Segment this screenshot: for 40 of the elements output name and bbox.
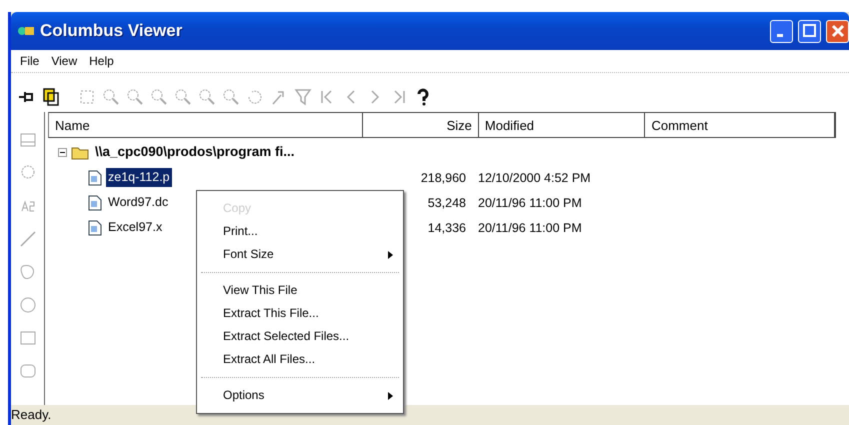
column-header[interactable]: Modified: [478, 113, 646, 137]
minimize-icon: [776, 34, 782, 37]
menu-item[interactable]: Print...: [197, 220, 403, 243]
menu-item[interactable]: View This File: [197, 279, 403, 302]
file-name[interactable]: Word97.dc: [106, 193, 170, 212]
column-header[interactable]: Name: [49, 113, 364, 137]
file-name[interactable]: ze1q-112.p: [106, 168, 172, 187]
close-button[interactable]: [826, 20, 849, 42]
folder-name[interactable]: \\a_cpc090\prodos\program fi...: [93, 142, 297, 163]
file-icon: [88, 194, 102, 210]
menu-item[interactable]: Extract Selected Files...: [197, 325, 403, 348]
minimize-button[interactable]: [770, 20, 793, 42]
menu-item[interactable]: Help: [84, 52, 119, 70]
maximize-button[interactable]: [798, 20, 821, 42]
menu-item[interactable]: Font Size: [197, 243, 403, 266]
column-header[interactable]: Size: [363, 113, 479, 137]
modified-cell: 20/11/96 11:00 PM: [478, 196, 582, 210]
submenu-arrow-icon: [388, 250, 393, 258]
file-name[interactable]: Excel97.x: [106, 218, 164, 237]
menu-item[interactable]: Extract All Files...: [197, 348, 403, 371]
close-icon: [831, 24, 844, 38]
size-cell: 53,248: [428, 196, 466, 210]
menu-item[interactable]: View: [46, 52, 82, 70]
size-cell: 14,336: [428, 220, 466, 235]
tree-toggle-icon[interactable]: [58, 148, 67, 157]
size-cell: 218,960: [420, 170, 466, 185]
status-text: Ready.: [11, 406, 52, 424]
folder-icon: [71, 145, 89, 160]
modified-cell: 12/10/2000 4:52 PM: [478, 170, 591, 185]
menu-item[interactable]: Options: [197, 384, 403, 407]
window-title: Columbus Viewer: [40, 20, 184, 42]
column-header[interactable]: Comment: [645, 113, 835, 137]
windows-icon[interactable]: [41, 86, 61, 106]
menu-item[interactable]: Extract This File...: [197, 302, 403, 325]
submenu-arrow-icon: [388, 392, 393, 400]
menu-item[interactable]: File: [15, 52, 44, 70]
maximize-icon: [802, 24, 816, 37]
modified-cell: 20/11/96 11:00 PM: [478, 220, 582, 235]
file-icon: [88, 170, 102, 186]
file-icon: [88, 220, 102, 236]
